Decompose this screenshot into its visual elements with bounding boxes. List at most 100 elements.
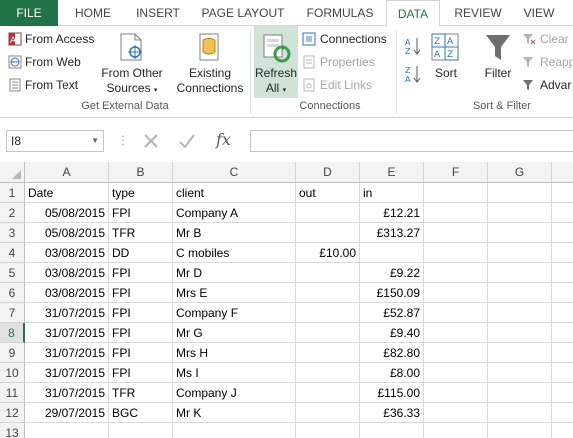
cell-client[interactable]: Mrs E xyxy=(173,283,296,303)
row-header[interactable]: 5 xyxy=(0,263,25,283)
cell-out[interactable] xyxy=(296,323,360,343)
cell-empty[interactable] xyxy=(424,303,488,323)
cell-client[interactable]: C mobiles xyxy=(173,243,296,263)
cell-empty[interactable] xyxy=(488,423,552,438)
cell-empty[interactable] xyxy=(488,383,552,403)
cell-empty[interactable] xyxy=(552,423,573,438)
cell-out[interactable] xyxy=(296,383,360,403)
column-header-e[interactable]: E xyxy=(360,162,424,183)
row-header[interactable]: 3 xyxy=(0,223,25,243)
cell-empty[interactable] xyxy=(424,223,488,243)
cell-type[interactable]: FPI xyxy=(109,323,173,343)
enter-check-icon[interactable] xyxy=(178,132,196,150)
column-header-f[interactable]: F xyxy=(424,162,488,183)
row-header[interactable]: 10 xyxy=(0,363,25,383)
cell-out[interactable]: £10.00 xyxy=(296,243,360,263)
cell-empty[interactable] xyxy=(488,283,552,303)
cell-client[interactable]: Ms I xyxy=(173,363,296,383)
cell-empty[interactable] xyxy=(552,323,573,343)
formula-input[interactable] xyxy=(250,130,573,152)
cell-in[interactable] xyxy=(360,243,424,263)
cell-empty[interactable] xyxy=(424,183,488,203)
cell-empty[interactable] xyxy=(488,323,552,343)
cell-out[interactable] xyxy=(296,403,360,423)
row-header[interactable]: 6 xyxy=(0,283,25,303)
cancel-x-icon[interactable] xyxy=(142,132,160,150)
cell-client[interactable]: Company J xyxy=(173,383,296,403)
cell-client[interactable]: Company A xyxy=(173,203,296,223)
cell-empty[interactable] xyxy=(488,263,552,283)
row-header[interactable]: 13 xyxy=(0,423,25,438)
cell-date[interactable] xyxy=(25,423,109,438)
cell-empty[interactable] xyxy=(424,343,488,363)
cell-in[interactable]: £115.00 xyxy=(360,383,424,403)
cell-in[interactable]: £36.33 xyxy=(360,403,424,423)
row-header[interactable]: 7 xyxy=(0,303,25,323)
cell-empty[interactable] xyxy=(552,343,573,363)
cell-type[interactable]: FPI xyxy=(109,283,173,303)
row-header[interactable]: 2 xyxy=(0,203,25,223)
column-header-c[interactable]: C xyxy=(173,162,296,183)
cell-empty[interactable] xyxy=(488,223,552,243)
cell-date[interactable]: Date xyxy=(25,183,109,203)
row-header[interactable]: 8 xyxy=(0,323,25,343)
name-box-dropdown-icon[interactable]: ▼ xyxy=(91,131,99,151)
insert-function-fx-icon[interactable]: fx xyxy=(216,130,231,149)
row-header[interactable]: 12 xyxy=(0,403,25,423)
cell-in[interactable]: £52.87 xyxy=(360,303,424,323)
cell-out[interactable] xyxy=(296,343,360,363)
cell-empty[interactable] xyxy=(424,423,488,438)
cell-empty[interactable] xyxy=(552,383,573,403)
cell-date[interactable]: 31/07/2015 xyxy=(25,343,109,363)
row-header[interactable]: 4 xyxy=(0,243,25,263)
cell-in[interactable]: in xyxy=(360,183,424,203)
column-header-g[interactable]: G xyxy=(488,162,552,183)
cell-client[interactable]: Mr G xyxy=(173,323,296,343)
cell-client[interactable]: Mrs H xyxy=(173,343,296,363)
row-header[interactable]: 1 xyxy=(0,183,25,203)
cell-date[interactable]: 03/08/2015 xyxy=(25,283,109,303)
column-header-d[interactable]: D xyxy=(296,162,360,183)
tab-data[interactable]: DATA xyxy=(386,0,440,27)
cell-empty[interactable] xyxy=(488,203,552,223)
cell-date[interactable]: 05/08/2015 xyxy=(25,223,109,243)
cell-in[interactable]: £150.09 xyxy=(360,283,424,303)
cell-empty[interactable] xyxy=(488,363,552,383)
cell-date[interactable]: 31/07/2015 xyxy=(25,363,109,383)
cell-date[interactable]: 31/07/2015 xyxy=(25,383,109,403)
tab-formulas[interactable]: FORMULAS xyxy=(298,0,382,26)
tab-insert[interactable]: INSERT xyxy=(128,0,188,26)
cell-out[interactable] xyxy=(296,283,360,303)
cell-empty[interactable] xyxy=(552,243,573,263)
cell-type[interactable]: FPI xyxy=(109,343,173,363)
cell-date[interactable]: 05/08/2015 xyxy=(25,203,109,223)
select-all-corner[interactable] xyxy=(0,162,25,183)
cell-client[interactable]: Mr K xyxy=(173,403,296,423)
cell-empty[interactable] xyxy=(424,283,488,303)
cell-in[interactable]: £9.22 xyxy=(360,263,424,283)
tab-view[interactable]: VIEW xyxy=(516,0,562,26)
cell-out[interactable] xyxy=(296,223,360,243)
cell-date[interactable]: 03/08/2015 xyxy=(25,243,109,263)
cell-type[interactable]: FPI xyxy=(109,303,173,323)
cell-empty[interactable] xyxy=(488,303,552,323)
cell-type[interactable]: type xyxy=(109,183,173,203)
cell-client[interactable]: Mr D xyxy=(173,263,296,283)
cell-empty[interactable] xyxy=(488,343,552,363)
cell-client[interactable] xyxy=(173,423,296,438)
cell-date[interactable]: 31/07/2015 xyxy=(25,323,109,343)
cell-client[interactable]: Mr B xyxy=(173,223,296,243)
cell-in[interactable]: £82.80 xyxy=(360,343,424,363)
cell-empty[interactable] xyxy=(488,243,552,263)
row-header[interactable]: 11 xyxy=(0,383,25,403)
column-header-b[interactable]: B xyxy=(109,162,173,183)
cell-out[interactable] xyxy=(296,203,360,223)
cell-type[interactable]: FPI xyxy=(109,263,173,283)
cell-empty[interactable] xyxy=(488,403,552,423)
cell-empty[interactable] xyxy=(488,183,552,203)
cell-type[interactable] xyxy=(109,423,173,438)
cell-client[interactable]: client xyxy=(173,183,296,203)
cell-date[interactable]: 03/08/2015 xyxy=(25,263,109,283)
cell-empty[interactable] xyxy=(552,403,573,423)
row-header[interactable]: 9 xyxy=(0,343,25,363)
